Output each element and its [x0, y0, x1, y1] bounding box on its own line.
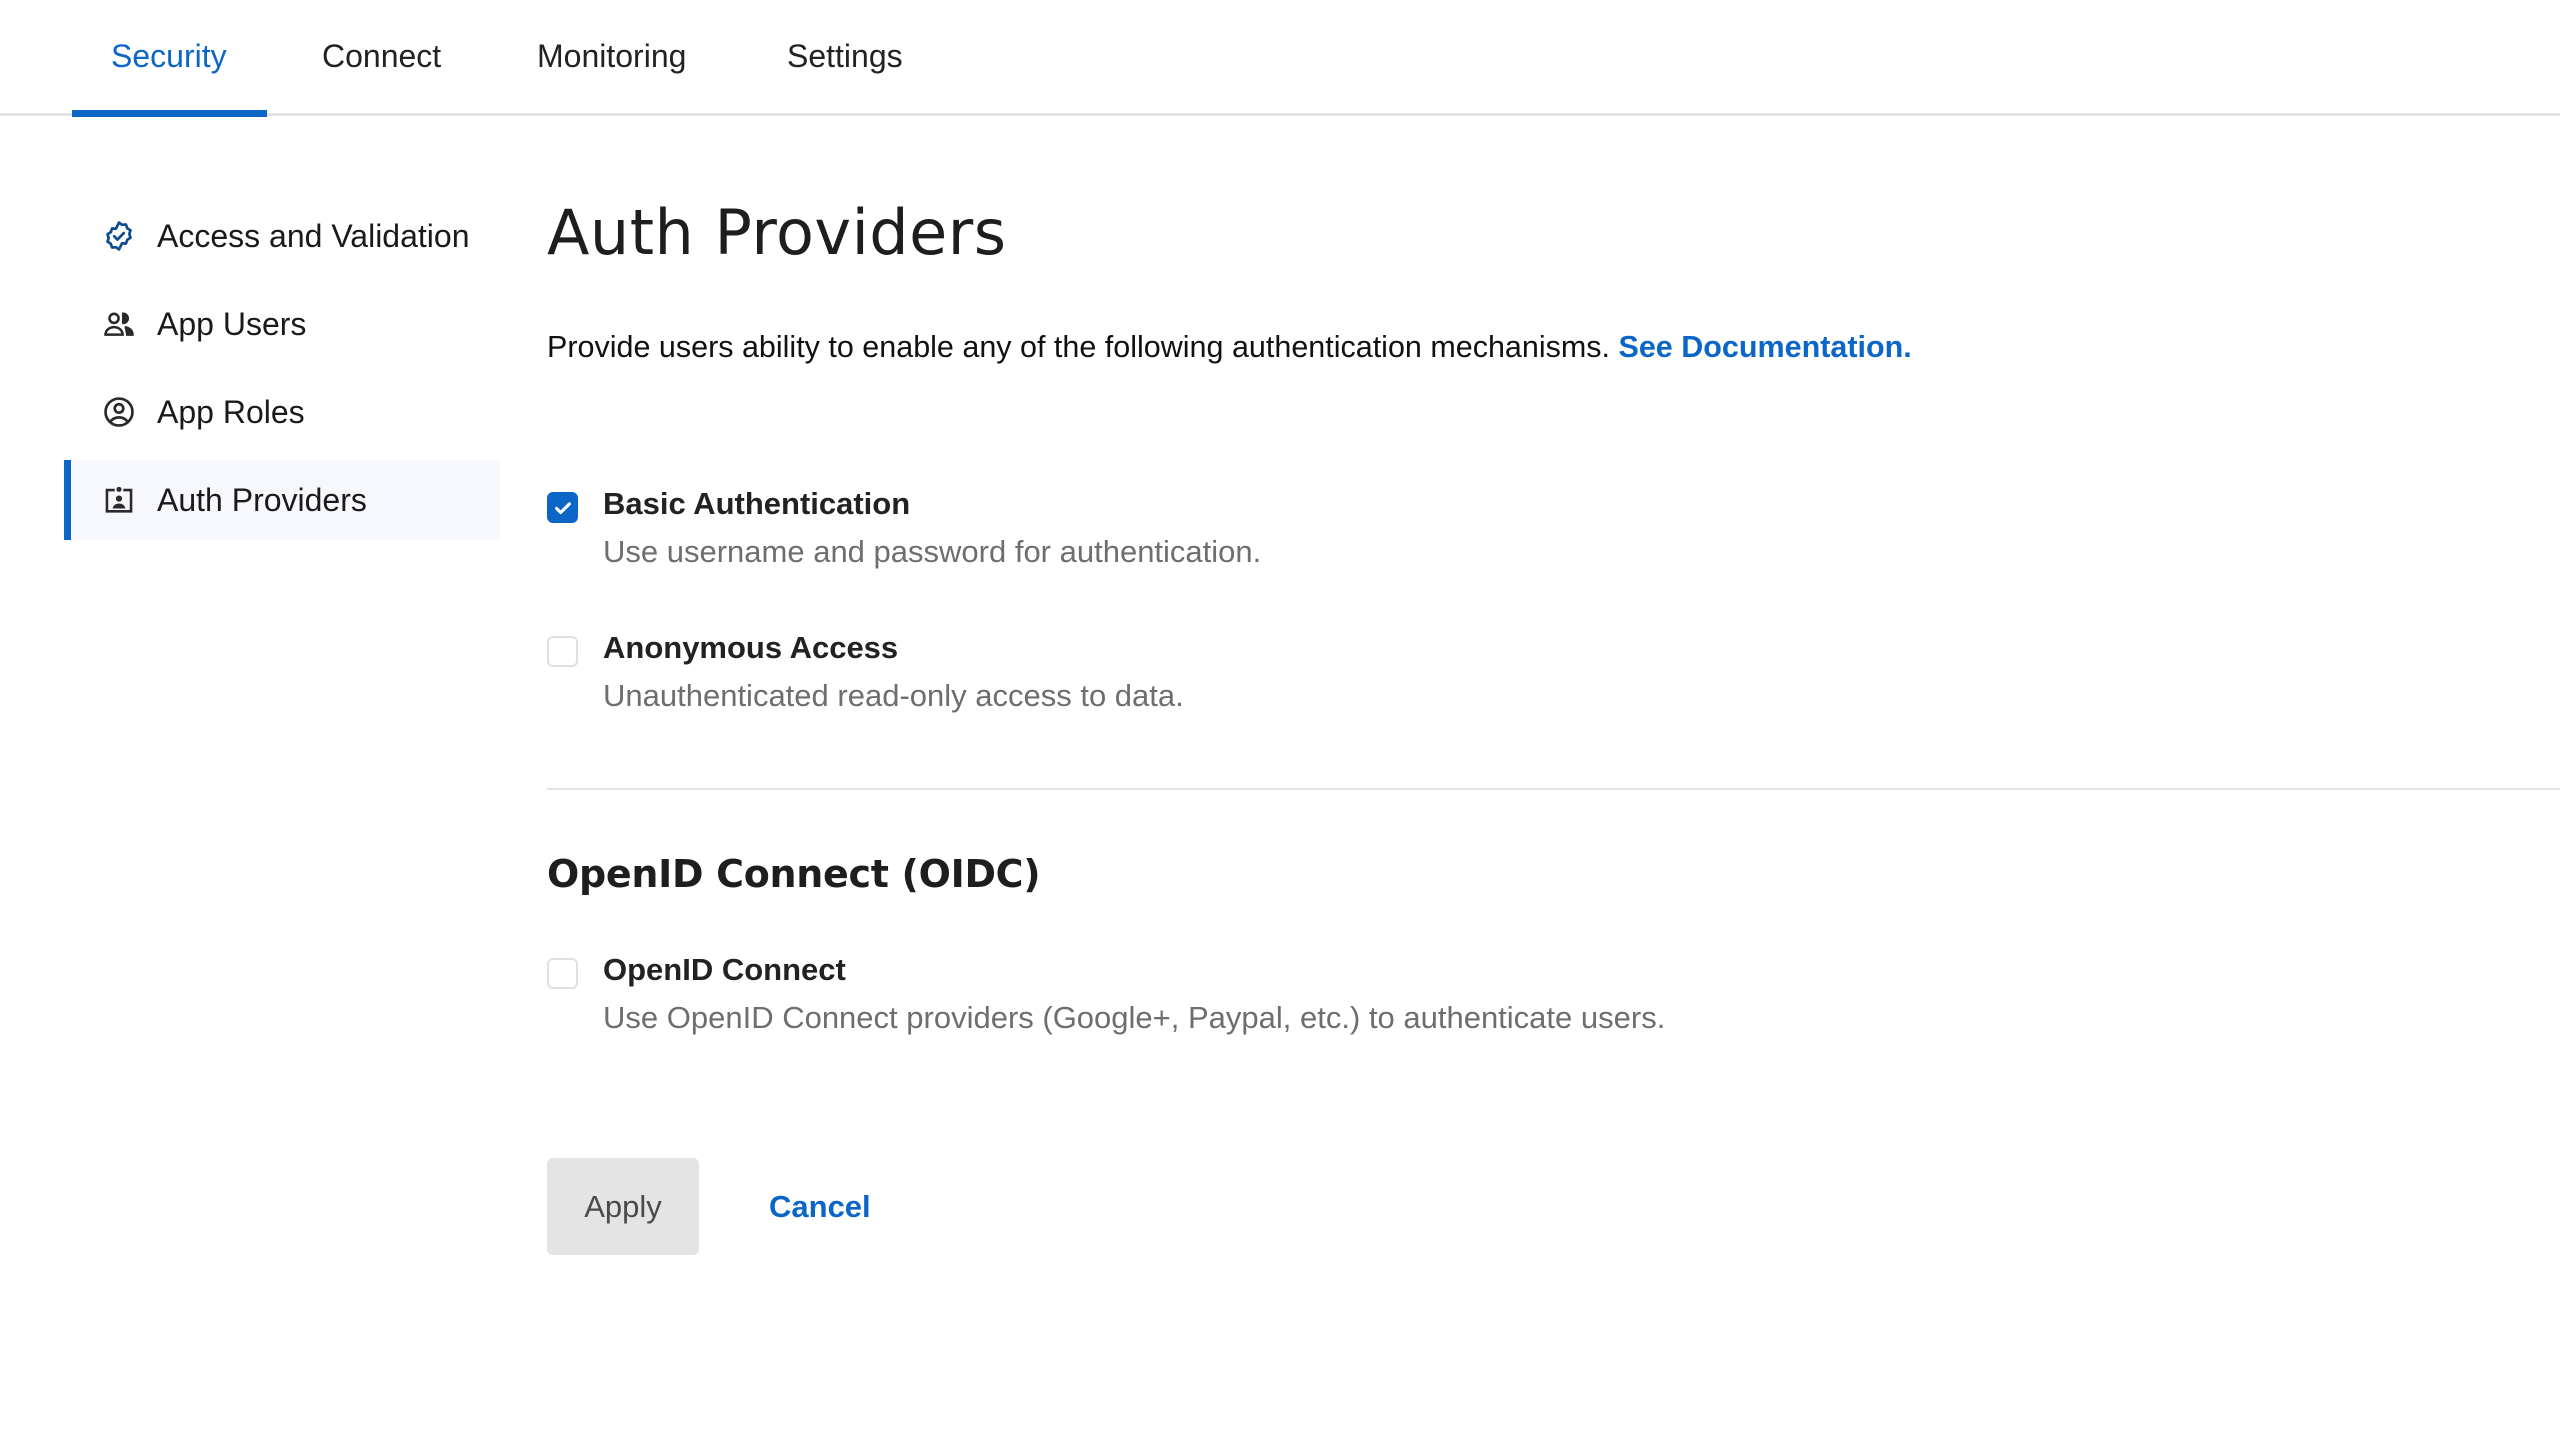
page-title: Auth Providers — [547, 196, 1007, 269]
option-description: Use username and password for authentica… — [603, 534, 1262, 569]
verified-badge-icon — [102, 219, 136, 253]
apply-button[interactable]: Apply — [547, 1158, 699, 1255]
checkmark-icon — [554, 501, 571, 514]
account-circle-icon — [102, 395, 136, 429]
sidebar-item-app-users[interactable]: App Users — [64, 284, 500, 364]
option-label[interactable]: OpenID Connect — [603, 952, 846, 988]
sidebar-item-auth-providers[interactable]: Auth Providers — [64, 460, 500, 540]
sidebar-item-label: App Users — [157, 305, 307, 342]
openid-connect-checkbox[interactable] — [547, 958, 578, 989]
see-documentation-link[interactable]: See Documentation. — [1619, 330, 1912, 364]
intro-text: Provide users ability to enable any of t… — [547, 330, 1912, 365]
tab-security[interactable]: Security — [111, 0, 227, 117]
top-nav: Security Connect Monitoring Settings — [0, 0, 2560, 117]
oidc-section-title: OpenID Connect (OIDC) — [547, 852, 1041, 896]
top-nav-border — [0, 113, 2560, 116]
active-tab-indicator — [72, 110, 267, 117]
intro-description: Provide users ability to enable any of t… — [547, 330, 1619, 364]
option-label[interactable]: Anonymous Access — [603, 630, 898, 666]
sidebar-item-label: App Roles — [157, 393, 305, 430]
users-icon — [102, 307, 136, 341]
tab-label: Connect — [322, 38, 442, 74]
tab-label: Monitoring — [537, 38, 687, 74]
anonymous-access-checkbox[interactable] — [547, 636, 578, 667]
tab-settings[interactable]: Settings — [787, 0, 903, 117]
sidebar-item-access-and-validation[interactable]: Access and Validation — [64, 196, 500, 276]
tab-label: Security — [111, 38, 227, 74]
tab-label: Settings — [787, 38, 903, 74]
section-divider — [547, 788, 2560, 790]
basic-authentication-checkbox[interactable] — [547, 492, 578, 523]
cancel-button[interactable]: Cancel — [769, 1158, 871, 1255]
tab-connect[interactable]: Connect — [322, 0, 441, 117]
option-description: Unauthenticated read-only access to data… — [603, 678, 1184, 713]
sidebar-item-app-roles[interactable]: App Roles — [64, 372, 500, 452]
tab-monitoring[interactable]: Monitoring — [537, 0, 686, 117]
sidebar-item-label: Access and Validation — [157, 217, 470, 254]
sidebar-item-label: Auth Providers — [157, 481, 367, 518]
option-label[interactable]: Basic Authentication — [603, 486, 910, 522]
id-badge-icon — [102, 483, 136, 517]
option-description: Use OpenID Connect providers (Google+, P… — [603, 1000, 1666, 1035]
